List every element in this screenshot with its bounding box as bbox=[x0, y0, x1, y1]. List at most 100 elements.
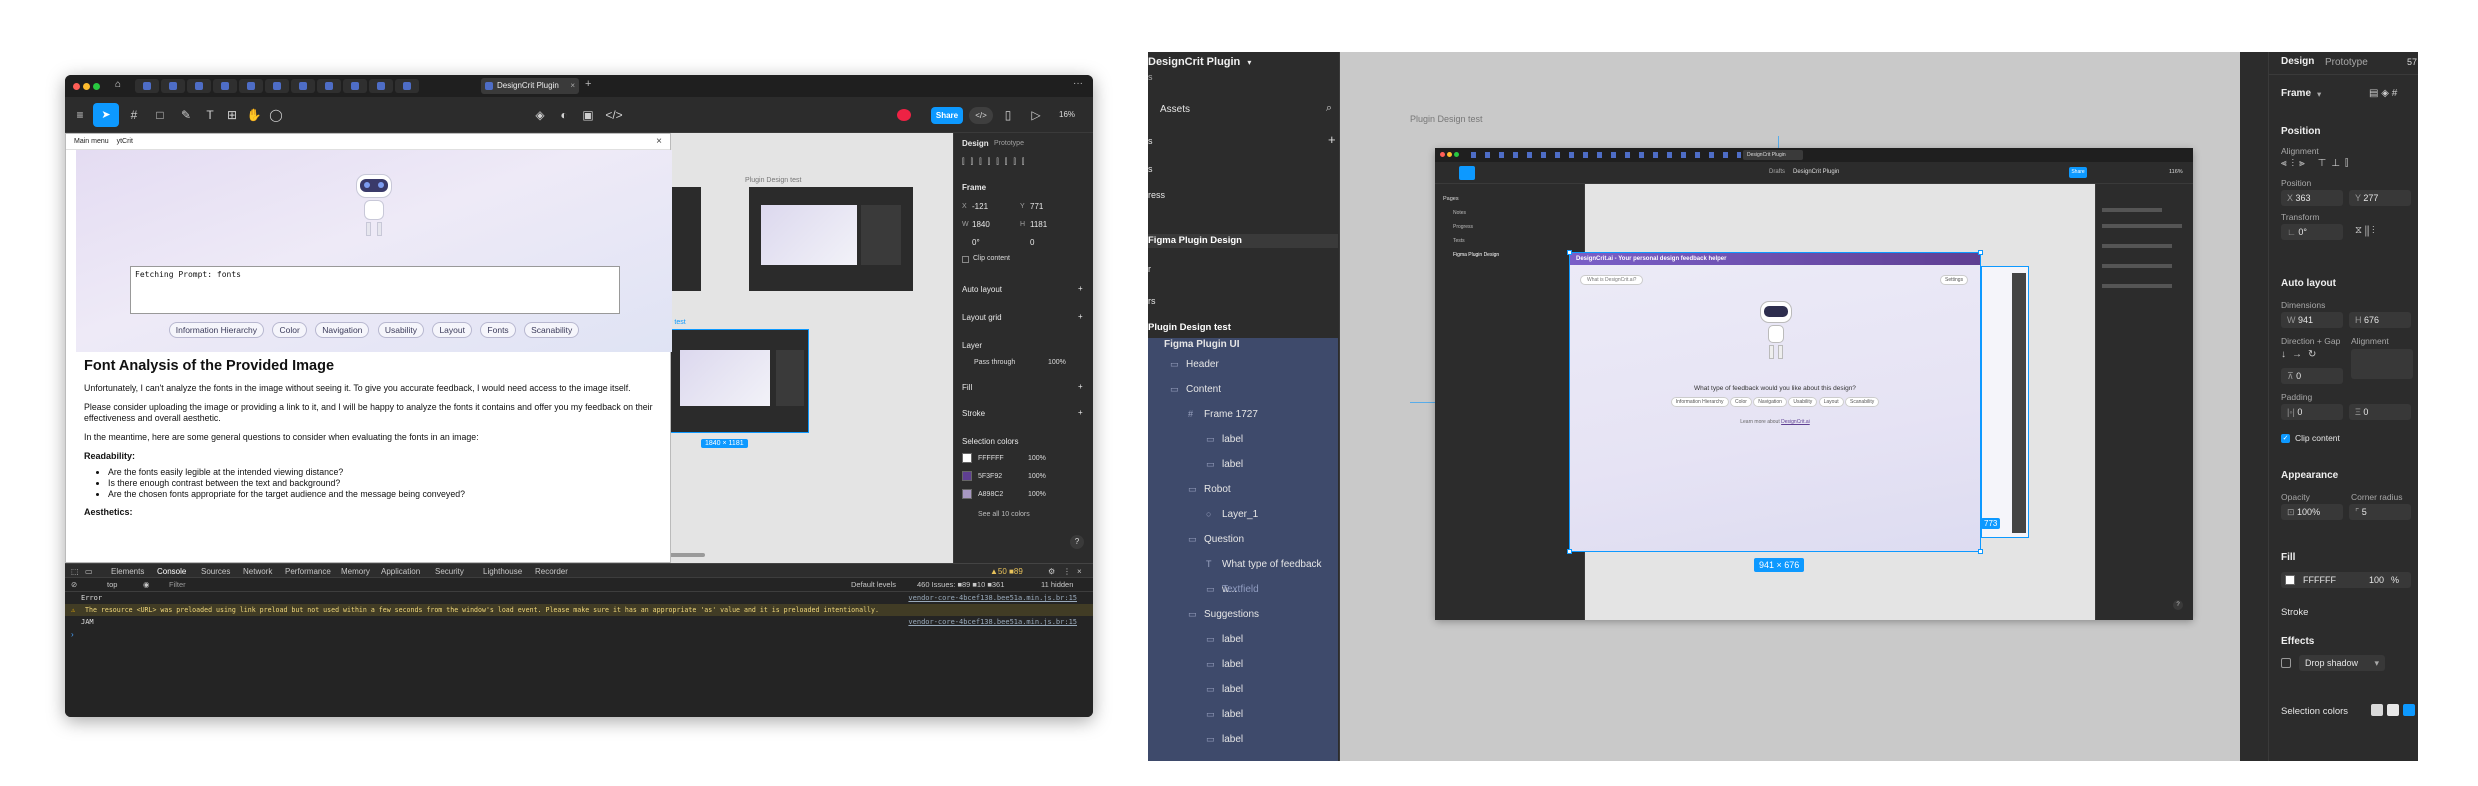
browser-tab[interactable] bbox=[395, 79, 419, 93]
home-icon[interactable]: ⌂ bbox=[115, 79, 121, 90]
tab-prototype[interactable]: Prototype bbox=[2325, 57, 2368, 68]
page-stub[interactable]: r bbox=[1148, 264, 1151, 274]
tab-design[interactable]: Design bbox=[2281, 56, 2314, 67]
frame-label[interactable]: Frame bbox=[2281, 88, 2311, 99]
more-icon[interactable]: ··· bbox=[1073, 78, 1083, 89]
devtools-tab-performance[interactable]: Performance bbox=[285, 567, 331, 576]
add-page-icon[interactable]: + bbox=[1328, 132, 1336, 147]
devtools-tab-security[interactable]: Security bbox=[435, 567, 464, 576]
padding-h-field[interactable]: |◦| 0 bbox=[2281, 404, 2343, 420]
opacity-field[interactable]: ⊡ 100% bbox=[2281, 504, 2343, 520]
frame-tool-icon[interactable]: # bbox=[125, 106, 143, 124]
fill-swatch[interactable] bbox=[2285, 575, 2295, 585]
issues-count[interactable]: 460 Issues: ■89 ■10 ■361 bbox=[917, 580, 1004, 589]
plugin-main-menu[interactable]: Main menu bbox=[74, 138, 109, 145]
device-icon[interactable]: ▭ bbox=[85, 567, 93, 576]
color-swatch[interactable] bbox=[962, 489, 972, 499]
chip-scanability[interactable]: Scanability bbox=[524, 322, 580, 338]
layer-row[interactable]: ▭ Header bbox=[1148, 352, 1338, 377]
selection-color-swatch[interactable] bbox=[2387, 704, 2399, 716]
chip-fonts[interactable]: Fonts bbox=[480, 322, 516, 338]
layer-row[interactable]: ▭ label bbox=[1148, 702, 1338, 727]
layer-row[interactable]: ○ Layer_1 bbox=[1148, 502, 1338, 527]
side-frame[interactable] bbox=[1981, 266, 2029, 538]
console-prompt-icon[interactable]: › bbox=[71, 630, 74, 639]
move-tool-button[interactable]: ➤ bbox=[93, 103, 119, 127]
theme-icon[interactable]: ◐ bbox=[555, 106, 573, 124]
new-tab-icon[interactable]: + bbox=[585, 78, 591, 90]
figma-canvas[interactable]: Plugin Design test DesignCrit Plugin Dra… bbox=[1340, 52, 2240, 761]
browser-tab[interactable] bbox=[291, 79, 315, 93]
add-grid-icon[interactable]: + bbox=[1078, 312, 1083, 321]
frame-tools-icon[interactable]: ▤ ◈ # bbox=[2369, 88, 2397, 99]
devtools-tab-network[interactable]: Network bbox=[243, 567, 272, 576]
chip-navigation[interactable]: Navigation bbox=[315, 322, 370, 338]
close-tab-icon[interactable]: × bbox=[570, 78, 575, 94]
devtools-tab-lighthouse[interactable]: Lighthouse bbox=[483, 567, 522, 576]
see-all-colors-link[interactable]: See all 10 colors bbox=[978, 511, 1030, 518]
devtools-tab-recorder[interactable]: Recorder bbox=[535, 567, 568, 576]
layer-row[interactable]: ▭ label bbox=[1148, 452, 1338, 477]
flip-icons[interactable]: ⧖ ⫼ ⫶ bbox=[2355, 225, 2375, 236]
close-window-dot[interactable] bbox=[73, 83, 80, 90]
close-plugin-icon[interactable]: × bbox=[656, 134, 662, 150]
zoom-stub[interactable]: 57 bbox=[2407, 57, 2417, 67]
browser-tab[interactable] bbox=[135, 79, 159, 93]
add-auto-layout-icon[interactable]: + bbox=[1078, 284, 1083, 293]
minimize-window-dot[interactable] bbox=[83, 83, 90, 90]
devtools-tab-elements[interactable]: Elements bbox=[111, 567, 144, 576]
resize-handle[interactable] bbox=[1978, 250, 1983, 255]
devtools-counts[interactable]: ▲50 ■89 bbox=[990, 567, 1023, 576]
layer-row[interactable]: ▭ Suggestions bbox=[1148, 602, 1338, 627]
dev-mode-toggle[interactable]: </> bbox=[969, 107, 993, 124]
layer-row[interactable]: T What type of feedback w... bbox=[1148, 552, 1338, 595]
layer-row[interactable]: ▭ Content bbox=[1148, 377, 1338, 402]
chip-usability[interactable]: Usability bbox=[377, 322, 424, 338]
x-value[interactable]: -121 bbox=[972, 202, 988, 211]
padding-v-field[interactable]: Ξ 0 bbox=[2349, 404, 2411, 420]
devtools-tab-application[interactable]: Application bbox=[381, 567, 420, 576]
chip-color[interactable]: Color bbox=[272, 322, 307, 338]
devtools-tab-sources[interactable]: Sources bbox=[201, 567, 230, 576]
devtools-settings-icon[interactable]: ⚙ bbox=[1048, 567, 1055, 576]
hand-tool-icon[interactable]: ✋ bbox=[245, 106, 263, 124]
clip-checkbox[interactable] bbox=[962, 256, 969, 263]
chip-information-hierarchy[interactable]: Information Hierarchy bbox=[168, 322, 265, 338]
filter-input[interactable]: Filter bbox=[169, 580, 186, 589]
devtools-tab-memory[interactable]: Memory bbox=[341, 567, 370, 576]
height-field[interactable]: H 676 bbox=[2349, 312, 2411, 328]
devtools-tab-console[interactable]: Console bbox=[157, 567, 186, 576]
width-field[interactable]: W 941 bbox=[2281, 312, 2343, 328]
assets-tab[interactable]: Assets ⌕ bbox=[1148, 102, 1340, 122]
radius-value[interactable]: 0 bbox=[1030, 238, 1034, 247]
alignment-grid[interactable] bbox=[2351, 349, 2413, 379]
w-value[interactable]: 1840 bbox=[972, 220, 990, 229]
avatar[interactable] bbox=[897, 109, 911, 121]
help-icon[interactable]: ? bbox=[1070, 535, 1084, 549]
code-icon[interactable]: </> bbox=[605, 106, 623, 124]
shape-tool-icon[interactable]: □ bbox=[151, 106, 169, 124]
effect-toggle[interactable] bbox=[2281, 658, 2291, 668]
zoom-level[interactable]: 16% bbox=[1059, 110, 1075, 119]
book-icon[interactable]: ▯ bbox=[999, 106, 1017, 124]
browser-tab[interactable] bbox=[239, 79, 263, 93]
layer-row[interactable]: ▭ label bbox=[1148, 627, 1338, 652]
eye-icon[interactable]: ◉ bbox=[143, 580, 150, 589]
canvas-frame-thumb[interactable] bbox=[749, 187, 913, 291]
resize-handle[interactable] bbox=[1567, 549, 1572, 554]
effect-type-dropdown[interactable]: Drop shadow ▾ bbox=[2299, 655, 2385, 671]
direction-buttons[interactable]: ↓→↻ bbox=[2281, 349, 2343, 363]
clip-checkbox[interactable]: ✓ bbox=[2281, 434, 2290, 443]
resize-handle[interactable] bbox=[1567, 250, 1572, 255]
layer-row[interactable]: # Frame 1727 bbox=[1148, 402, 1338, 427]
text-tool-icon[interactable]: T bbox=[201, 106, 219, 124]
app-title[interactable]: DesignCrit Plugin ▾ bbox=[1148, 56, 1251, 68]
boolean-icon[interactable]: ▣ bbox=[579, 106, 597, 124]
resize-handle[interactable] bbox=[1978, 549, 1983, 554]
resources-icon[interactable]: ⊞ bbox=[223, 106, 241, 124]
present-icon[interactable]: ▷ bbox=[1027, 106, 1045, 124]
comment-tool-icon[interactable]: ◯ bbox=[267, 106, 285, 124]
add-stroke-icon[interactable]: + bbox=[1078, 408, 1083, 417]
pen-tool-icon[interactable]: ✎ bbox=[177, 106, 195, 124]
search-icon[interactable]: ⌕ bbox=[1326, 102, 1332, 115]
